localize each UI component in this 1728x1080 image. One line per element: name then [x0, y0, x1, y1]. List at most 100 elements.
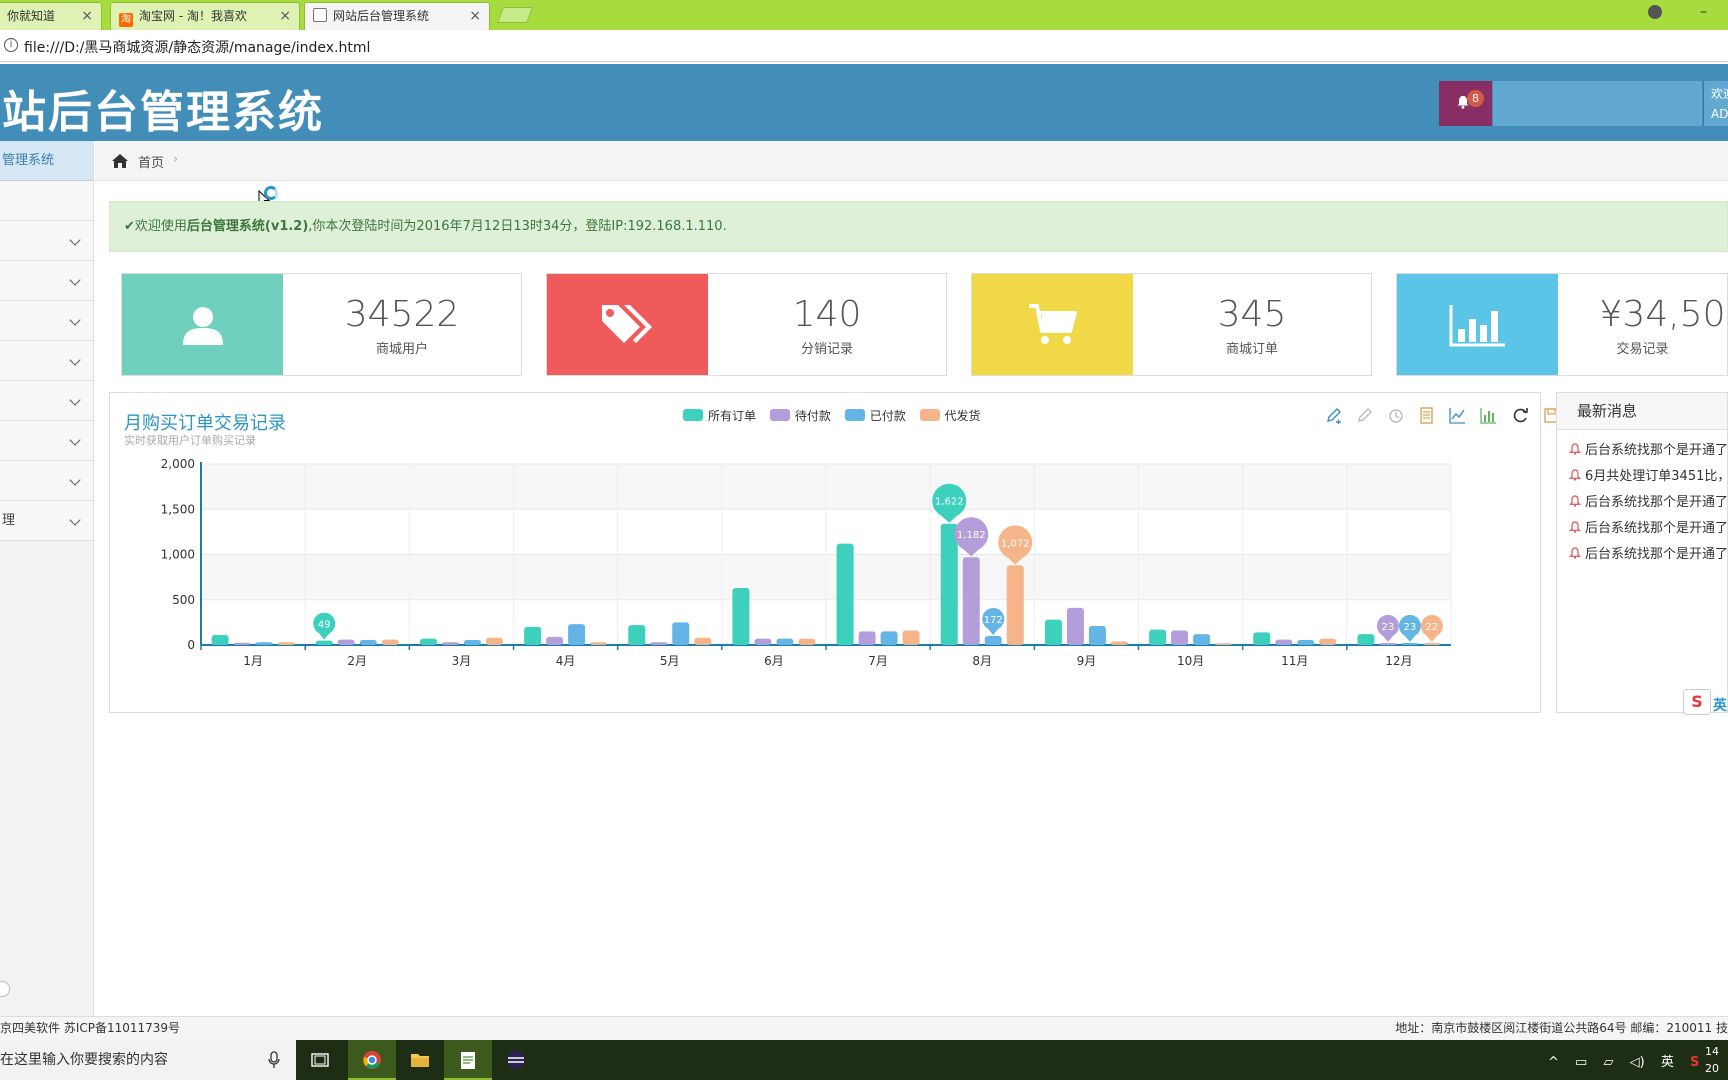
legend-swatch: [769, 409, 790, 421]
show-hidden-icons-icon[interactable]: ^: [1548, 1055, 1559, 1070]
sogou-ime-icon[interactable]: S: [1683, 689, 1711, 715]
clock-time: 14: [1705, 1045, 1719, 1058]
legend-label: 已付款: [869, 409, 906, 423]
bar: [1297, 640, 1315, 645]
legend-swatch: [844, 409, 865, 421]
bar-chart-icon[interactable]: [1480, 407, 1497, 424]
stat-label: 交易记录: [1616, 342, 1669, 357]
stat-label: 商城订单: [1225, 342, 1278, 357]
taskbar-chrome[interactable]: [348, 1040, 396, 1080]
message-item[interactable]: 后台系统找那个是开通了: [1557, 490, 1727, 516]
notifications-button[interactable]: 8: [1439, 81, 1492, 126]
message-item[interactable]: 后台系统找那个是开通了: [1557, 438, 1727, 464]
browser-tab-2[interactable]: 淘淘宝网 - 淘！我喜欢 ×: [110, 2, 300, 30]
pencil-icon[interactable]: [1325, 407, 1342, 424]
taskbar-file-explorer[interactable]: [396, 1040, 444, 1080]
legend-item-paid[interactable]: 已付款: [844, 407, 906, 424]
y-tick-label: 0: [187, 638, 195, 652]
sidebar-item[interactable]: [0, 341, 93, 381]
bar: [628, 625, 646, 645]
legend-item-pending-payment[interactable]: 待付款: [769, 407, 831, 424]
bar: [1110, 641, 1128, 645]
battery-icon[interactable]: ▭: [1575, 1055, 1587, 1070]
home-icon[interactable]: [111, 153, 129, 169]
taskbar-search-box[interactable]: 在这里输入你要搜索的内容: [0, 1040, 296, 1080]
chevron-down-icon: [69, 274, 81, 286]
taobao-favicon-icon: 淘: [119, 13, 133, 27]
eraser-icon[interactable]: [1356, 407, 1373, 424]
sidebar-item[interactable]: [0, 381, 93, 421]
sidebar-item[interactable]: [0, 461, 93, 501]
sidebar-header[interactable]: 管理系统: [0, 141, 93, 181]
browser-tab-3[interactable]: 网站后台管理系统 ×: [304, 2, 490, 30]
y-tick-label: 1,000: [161, 548, 195, 562]
bar: [1149, 629, 1167, 645]
legend-item-to-ship[interactable]: 代发货: [919, 407, 981, 424]
x-tick-label: 2月: [347, 654, 367, 668]
stat-value: 345: [1217, 294, 1287, 335]
taskbar-eclipse[interactable]: [492, 1040, 540, 1080]
bar: [984, 635, 1002, 645]
tab-title: 网站后台管理系统: [333, 9, 430, 23]
profile-icon[interactable]: [1648, 5, 1662, 19]
bar: [776, 638, 794, 645]
task-view-button[interactable]: [296, 1040, 344, 1080]
x-tick-label: 5月: [660, 654, 680, 668]
line-chart-icon[interactable]: [1449, 407, 1466, 424]
x-tick-label: 12月: [1385, 654, 1412, 668]
url-text[interactable]: file:///D:/黑马商城资源/静态资源/manage/index.html: [24, 37, 370, 57]
microphone-icon[interactable]: [268, 1051, 280, 1069]
close-tab-icon[interactable]: ×: [81, 3, 93, 29]
sidebar-item[interactable]: [0, 421, 93, 461]
sogou-tray-icon[interactable]: S: [1690, 1055, 1699, 1070]
messages-list: 后台系统找那个是开通了 6月共处理订单3451比， 后台系统找那个是开通了 后台…: [1557, 430, 1727, 568]
sidebar-item[interactable]: [0, 221, 93, 261]
notification-badge: 8: [1467, 90, 1484, 107]
site-title: 站后台管理系统: [2, 87, 324, 138]
sidebar-item[interactable]: [0, 261, 93, 301]
input-language-indicator[interactable]: 英: [1661, 1051, 1674, 1070]
close-tab-icon[interactable]: ×: [469, 3, 481, 29]
data-view-icon[interactable]: [1418, 407, 1435, 424]
close-tab-icon[interactable]: ×: [279, 3, 291, 29]
sidebar-item[interactable]: 理: [0, 501, 93, 541]
bar: [1215, 643, 1233, 645]
bar: [463, 640, 481, 645]
stat-card-transactions[interactable]: ¥34,50 交易记录: [1396, 273, 1728, 376]
message-text: 后台系统找那个是开通了: [1585, 547, 1727, 562]
network-icon[interactable]: ▱: [1603, 1055, 1613, 1070]
volume-icon[interactable]: ◁): [1630, 1055, 1645, 1070]
bar: [485, 637, 503, 645]
bar: [211, 635, 229, 645]
sidebar-item[interactable]: [0, 301, 93, 341]
refresh-icon[interactable]: [1512, 407, 1529, 424]
bar: [381, 639, 399, 645]
x-tick-label: 9月: [1077, 654, 1097, 668]
stat-card-users[interactable]: 34522 商城用户: [121, 273, 522, 376]
new-tab-button[interactable]: [497, 7, 533, 23]
taskbar-notepad[interactable]: [444, 1040, 492, 1080]
taskbar-clock[interactable]: 14 20: [1705, 1043, 1719, 1077]
address-bar[interactable]: i file:///D:/黑马商城资源/静态资源/manage/index.ht…: [0, 30, 1728, 62]
breadcrumb-home-link[interactable]: 首页: [138, 152, 164, 171]
sidebar-collapse-button[interactable]: [0, 981, 10, 997]
ime-mode-label[interactable]: 英: [1713, 695, 1727, 715]
message-item[interactable]: 后台系统找那个是开通了: [1557, 516, 1727, 542]
browser-tab-1[interactable]: 你就知道 ×: [0, 2, 102, 30]
message-item[interactable]: 6月共处理订单3451比，: [1557, 464, 1727, 490]
stat-card-distribution[interactable]: 140 分销记录: [546, 273, 947, 376]
minimize-icon[interactable]: –: [1700, 4, 1707, 20]
user-menu[interactable]: [1493, 81, 1702, 126]
stat-card-orders[interactable]: 345 商城订单: [971, 273, 1372, 376]
tab-title: 你就知道: [7, 9, 56, 23]
message-item[interactable]: 后台系统找那个是开通了: [1557, 542, 1727, 568]
magic-icon[interactable]: [1387, 407, 1404, 424]
bar: [962, 557, 980, 645]
bell-outline-icon: [1569, 495, 1581, 507]
legend-item-all-orders[interactable]: 所有订单: [683, 407, 756, 424]
bar: [1006, 565, 1024, 645]
x-tick-label: 3月: [452, 654, 472, 668]
info-icon[interactable]: i: [4, 38, 18, 52]
chart-legend: 所有订单 待付款 已付款 代发货: [683, 407, 991, 424]
windows-taskbar: 在这里输入你要搜索的内容 ^ ▭ ▱ ◁) 英 S 14 20: [0, 1040, 1728, 1080]
